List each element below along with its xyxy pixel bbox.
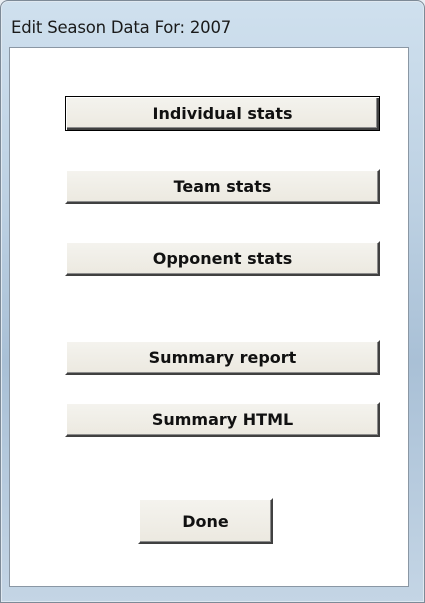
window-title: Edit Season Data For: 2007 xyxy=(11,18,232,37)
dialog-window: Edit Season Data For: 2007 Individual st… xyxy=(0,0,425,603)
opponent-stats-button[interactable]: Opponent stats xyxy=(65,241,380,276)
title-bar[interactable]: Edit Season Data For: 2007 xyxy=(1,1,424,47)
individual-stats-button[interactable]: Individual stats xyxy=(65,96,380,131)
team-stats-button[interactable]: Team stats xyxy=(65,169,380,204)
summary-html-button[interactable]: Summary HTML xyxy=(65,402,380,437)
dialog-client-area: Individual stats Team stats Opponent sta… xyxy=(9,47,409,587)
summary-report-button[interactable]: Summary report xyxy=(65,340,380,375)
done-button[interactable]: Done xyxy=(138,498,273,544)
